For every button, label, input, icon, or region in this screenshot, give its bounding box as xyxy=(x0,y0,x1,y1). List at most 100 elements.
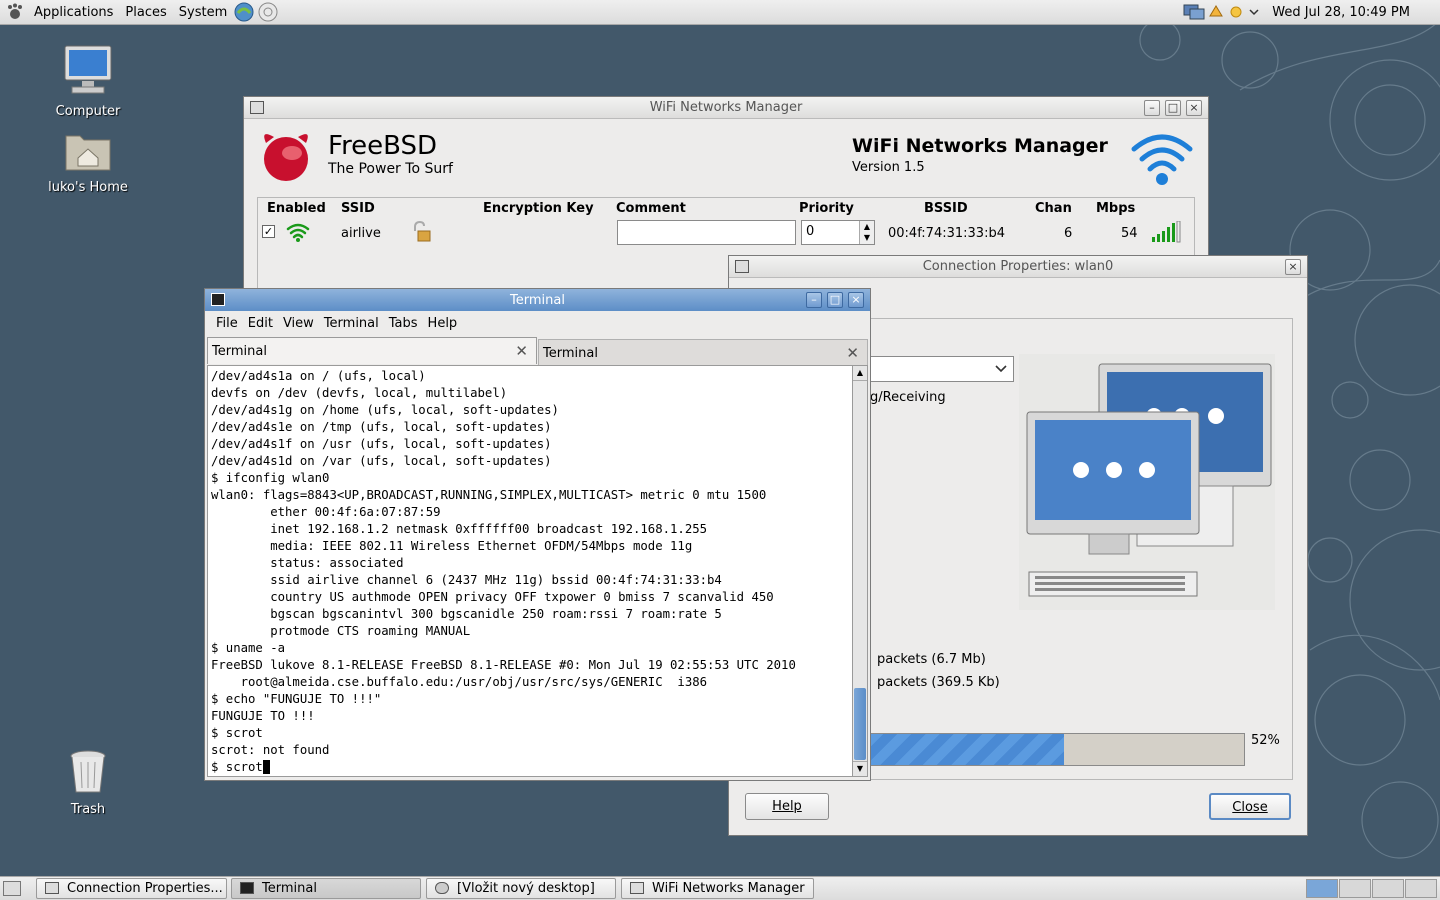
window-title: WiFi Networks Manager xyxy=(649,100,803,115)
terminal-titlebar[interactable]: Terminal – □ × xyxy=(205,289,870,311)
menu-view[interactable]: View xyxy=(278,316,319,331)
panel-clock[interactable]: Wed Jul 28, 10:49 PM xyxy=(1260,5,1440,20)
close-button[interactable]: × xyxy=(1285,259,1301,275)
trash-icon xyxy=(70,750,106,793)
priority-spinbutton[interactable]: 0 ▲ ▼ xyxy=(801,220,875,245)
desktop-icon-home[interactable]: luko's Home xyxy=(33,128,143,195)
workspace-1[interactable] xyxy=(1306,879,1338,898)
terminal-line: $ scrot xyxy=(211,726,263,740)
help-button[interactable]: Help xyxy=(745,793,829,820)
mail-launcher-icon[interactable] xyxy=(257,1,279,23)
network-status-icon[interactable] xyxy=(1182,2,1206,22)
terminal-scrollbar[interactable]: ▲ ▼ xyxy=(852,365,868,777)
terminal-line: $ uname -a xyxy=(211,641,286,655)
browser-icon xyxy=(435,882,449,894)
home-folder-icon xyxy=(65,135,111,171)
bssid-value: 00:4f:74:31:33:b4 xyxy=(888,226,1005,241)
help-button-label: Help xyxy=(772,799,802,814)
task-wifi-manager[interactable]: WiFi Networks Manager xyxy=(621,878,814,899)
terminal-line: /dev/ad4s1f on /usr (ufs, local, soft-up… xyxy=(211,437,552,451)
gnome-foot-icon[interactable] xyxy=(6,3,24,21)
menu-tabs[interactable]: Tabs xyxy=(384,316,423,331)
col-priority: Priority xyxy=(799,201,854,216)
comment-input[interactable] xyxy=(617,220,796,245)
col-chan: Chan xyxy=(1035,201,1072,216)
unlocked-icon xyxy=(414,221,431,242)
minimize-button[interactable]: – xyxy=(1144,100,1160,116)
window-title: Connection Properties: wlan0 xyxy=(922,259,1114,274)
col-bssid: BSSID xyxy=(924,201,968,216)
priority-stepper[interactable]: ▲ ▼ xyxy=(859,221,874,244)
menu-places[interactable]: Places xyxy=(119,5,172,20)
workspace-4[interactable] xyxy=(1405,879,1437,898)
signal-percent-label: 52% xyxy=(1251,733,1280,748)
receiving-label: g/Receiving xyxy=(870,390,946,405)
terminal-line: /dev/ad4s1d on /var (ufs, local, soft-up… xyxy=(211,454,552,468)
terminal-line: /dev/ad4s1a on / (ufs, local) xyxy=(211,369,426,383)
terminal-line: bgscan bgscanintvl 300 bgscanidle 250 ro… xyxy=(270,607,722,621)
tab-terminal-1[interactable]: Terminal ✕ xyxy=(207,337,537,364)
update-notifier-icon[interactable] xyxy=(1206,2,1226,22)
browser-launcher-icon[interactable] xyxy=(233,1,255,23)
chevron-down-icon xyxy=(995,365,1007,373)
maximize-button[interactable]: □ xyxy=(827,292,843,308)
terminal-tabbar: Terminal ✕ Terminal ✕ xyxy=(207,337,868,366)
app-version: Version 1.5 xyxy=(852,160,925,175)
workspace-2[interactable] xyxy=(1339,879,1371,898)
close-button[interactable]: × xyxy=(1186,100,1202,116)
tab-label: Terminal xyxy=(212,344,267,359)
menu-edit[interactable]: Edit xyxy=(243,316,278,331)
freebsd-logo-icon xyxy=(264,134,308,181)
top-panel: Applications Places System Wed Jul 28, 1… xyxy=(0,0,1440,25)
interface-combobox[interactable] xyxy=(869,356,1014,382)
terminal-window: Terminal – □ × File Edit View Terminal T… xyxy=(204,288,871,781)
minimize-button[interactable]: – xyxy=(806,292,822,308)
terminal-line: FUNGUJE TO !!! xyxy=(211,709,315,723)
signal-progressbar xyxy=(869,733,1245,766)
menu-file[interactable]: File xyxy=(211,316,243,331)
workspace-3[interactable] xyxy=(1372,879,1404,898)
brand-tagline: The Power To Surf xyxy=(328,161,453,177)
terminal-line: root@almeida.cse.buffalo.edu:/usr/obj/us… xyxy=(240,675,708,689)
tab-terminal-2[interactable]: Terminal ✕ xyxy=(538,339,868,366)
col-ssid: SSID xyxy=(341,201,375,216)
close-tab-icon[interactable]: ✕ xyxy=(515,342,528,360)
weather-icon[interactable] xyxy=(1226,2,1248,22)
scroll-down-arrow[interactable]: ▼ xyxy=(853,761,867,776)
bottom-panel: Connection Properties... Terminal [Vloži… xyxy=(0,876,1440,900)
scroll-up-arrow[interactable]: ▲ xyxy=(853,366,867,381)
terminal-output[interactable]: /dev/ad4s1a on / (ufs, local) devfs on /… xyxy=(207,365,853,777)
maximize-button[interactable]: □ xyxy=(1165,100,1181,116)
task-label: Terminal xyxy=(262,881,317,896)
scrollbar-thumb[interactable] xyxy=(854,688,866,760)
wifi-logo-icon xyxy=(1131,134,1193,185)
menu-terminal[interactable]: Terminal xyxy=(319,316,384,331)
close-tab-icon[interactable]: ✕ xyxy=(846,344,859,362)
terminal-icon xyxy=(240,882,254,894)
chevron-down-icon[interactable] xyxy=(1248,2,1260,22)
col-encryption: Encryption Key xyxy=(483,201,594,216)
connection-properties-titlebar[interactable]: Connection Properties: wlan0 × xyxy=(729,256,1307,278)
wifi-manager-titlebar[interactable]: WiFi Networks Manager – □ × xyxy=(244,97,1208,119)
close-button[interactable]: × xyxy=(848,292,864,308)
menu-help[interactable]: Help xyxy=(423,316,463,331)
task-connection-properties[interactable]: Connection Properties... xyxy=(36,878,227,899)
menu-system[interactable]: System xyxy=(173,5,233,20)
window-title: Terminal xyxy=(510,292,565,308)
task-label: Connection Properties... xyxy=(67,881,223,896)
task-terminal[interactable]: Terminal xyxy=(231,878,421,899)
terminal-line: wlan0: flags=8843<UP,BROADCAST,RUNNING,S… xyxy=(211,488,767,502)
terminal-line: status: associated xyxy=(270,556,404,570)
ssid-value: airlive xyxy=(341,226,381,241)
close-dialog-button[interactable]: Close xyxy=(1209,793,1291,820)
task-browser[interactable]: [Vložit nový desktop] xyxy=(426,878,616,899)
show-desktop-icon[interactable] xyxy=(3,881,21,896)
desktop-icon-trash[interactable]: Trash xyxy=(33,748,143,817)
signal-bars-icon xyxy=(1152,221,1181,243)
desktop-icon-computer[interactable]: Computer xyxy=(33,44,143,119)
enabled-checkbox[interactable]: ✓ xyxy=(262,225,275,238)
close-button-label: Close xyxy=(1232,800,1268,815)
terminal-line: protmode CTS roaming MANUAL xyxy=(270,624,471,638)
menu-applications[interactable]: Applications xyxy=(28,5,119,20)
terminal-line: $ echo "FUNGUJE TO !!!" xyxy=(211,692,382,706)
